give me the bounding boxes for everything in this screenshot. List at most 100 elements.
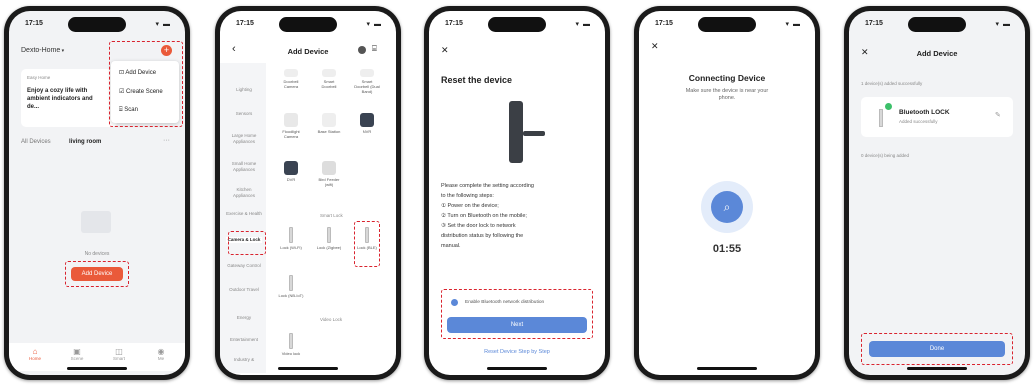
device-icon xyxy=(322,69,336,77)
category-large-appliances[interactable]: Large Home Appliances xyxy=(226,133,262,145)
status-time: 17:15 xyxy=(236,20,254,27)
notch xyxy=(279,17,337,32)
tab-all-devices[interactable]: All Devices xyxy=(21,139,51,145)
reset-steps-link[interactable]: Reset Device Step by Step xyxy=(429,349,605,355)
nav-label: Me xyxy=(157,356,165,361)
lock-icon xyxy=(327,227,331,243)
close-icon[interactable]: ✕ xyxy=(651,41,659,52)
screen-device-added: 17:15 ▾ ▬ ✕ Add Device 1 device(s) added… xyxy=(849,11,1025,375)
empty-text: No devices xyxy=(84,251,110,257)
instructions: Please complete the setting according to… xyxy=(441,181,593,251)
device-label: NVR xyxy=(362,129,372,134)
device-label: Doorbell Camera xyxy=(283,79,299,89)
device-lock-nbiot[interactable]: Lock (NB-IoT) xyxy=(278,275,304,298)
nav-me[interactable]: ◉ Me xyxy=(149,347,173,361)
highlight-add-button xyxy=(65,261,129,287)
screen-home: 17:15 ▾ ▬ Dexto-Home ▾ + Easy Home Enjoy… xyxy=(9,11,185,375)
device-icon xyxy=(322,113,336,127)
category-health[interactable]: Exercise & Health xyxy=(226,211,262,217)
instruction-line: ① Power on the device; xyxy=(441,203,499,209)
nav-home[interactable]: ⌂ Home xyxy=(23,347,47,361)
nav-scene[interactable]: ▣ Scene xyxy=(65,347,89,361)
added-device-card[interactable]: Bluetooth LOCK Added successfully ✎ xyxy=(861,97,1013,137)
device-label: Floodlight Camera xyxy=(282,129,300,139)
device-smart-doorbell[interactable]: Smart Doorbell xyxy=(316,69,342,89)
search-icon: ⌕ xyxy=(711,191,743,223)
me-icon: ◉ xyxy=(157,347,165,356)
signal-icon: ▾ ▬ xyxy=(155,21,171,28)
device-video-lock[interactable]: Video lock xyxy=(278,333,304,356)
device-icon xyxy=(284,113,298,127)
home-selector[interactable]: Dexto-Home ▾ xyxy=(21,47,64,54)
phone-connecting: 17:15 ▾ ▬ ✕ Connecting Device Make sure … xyxy=(634,6,820,380)
instruction-line: ② Turn on Bluetooth on the mobile; xyxy=(441,213,527,219)
notch xyxy=(488,17,546,32)
signal-icon: ▾ ▬ xyxy=(575,21,591,28)
category-energy[interactable]: Energy xyxy=(226,315,262,321)
highlight-category xyxy=(228,231,266,255)
device-lock-wifi[interactable]: Lock (Wi-Fi) xyxy=(278,227,304,250)
category-sidebar xyxy=(220,63,266,373)
device-floodlight-camera[interactable]: Floodlight Camera xyxy=(278,113,304,139)
highlight-menu xyxy=(109,41,183,127)
category-entertainment[interactable]: Entertainment xyxy=(226,337,262,343)
notch xyxy=(698,17,756,32)
screen-reset-device: 17:15 ▾ ▬ ✕ Reset the device Please comp… xyxy=(429,11,605,375)
category-outdoor[interactable]: Outdoor Travel xyxy=(226,287,262,293)
highlight-done xyxy=(861,333,1013,365)
category-small-appliances[interactable]: Small Home Appliances xyxy=(226,161,262,173)
device-nvr[interactable]: NVR xyxy=(354,113,380,134)
instruction-line: distribution status by following the xyxy=(441,233,524,239)
close-icon[interactable]: ✕ xyxy=(441,45,449,56)
device-name: Bluetooth LOCK xyxy=(899,109,950,116)
card-text: Enjoy a cozy life with ambient indicator… xyxy=(27,88,93,110)
device-label: Video lock xyxy=(281,351,301,356)
countdown-timer: 01:55 xyxy=(712,243,742,255)
status-time: 17:15 xyxy=(445,20,463,27)
section-smart-lock: Smart Lock xyxy=(320,213,343,218)
category-industry[interactable]: Industry & xyxy=(226,357,262,363)
page-subtitle: Make sure the device is near your phone. xyxy=(685,88,769,101)
device-label: Base Station xyxy=(317,129,341,134)
scan-icon[interactable]: ⌸ xyxy=(372,44,377,54)
signal-icon: ▾ ▬ xyxy=(995,21,1011,28)
device-icon xyxy=(284,69,298,77)
door-lock-handle xyxy=(523,131,545,136)
status-time: 17:15 xyxy=(655,20,673,27)
signal-icon: ▾ ▬ xyxy=(366,21,382,28)
screen-connecting: 17:15 ▾ ▬ ✕ Connecting Device Make sure … xyxy=(639,11,815,375)
notch xyxy=(908,17,966,32)
screen-add-device: 17:15 ▾ ▬ ‹ Add Device ⌸ Lighting Sensor… xyxy=(220,11,396,375)
more-icon[interactable]: ··· xyxy=(163,137,170,144)
lock-icon xyxy=(289,275,293,291)
device-dvr[interactable]: DVR xyxy=(278,161,304,182)
page-title: Add Device xyxy=(916,49,958,58)
pending-count-text: 0 device(s) being added xyxy=(861,153,910,158)
nav-label: Smart xyxy=(112,356,125,361)
home-indicator xyxy=(697,367,757,370)
device-smart-doorbell-dual[interactable]: Smart Doorbell (Dual Band) xyxy=(354,69,380,94)
home-indicator xyxy=(278,367,338,370)
category-kitchen[interactable]: Kitchen Appliances xyxy=(226,187,262,199)
home-name: Dexto-Home xyxy=(21,47,61,54)
page-title: Reset the device xyxy=(441,75,513,85)
device-lock-zigbee[interactable]: Lock (Zigbee) xyxy=(316,227,342,250)
device-doorbell-camera[interactable]: Doorbell Camera xyxy=(278,69,304,89)
pencil-icon[interactable]: ✎ xyxy=(995,111,1001,119)
tab-living-room[interactable]: living room xyxy=(69,139,101,145)
section-video-lock: Video Lock xyxy=(320,317,343,322)
home-card[interactable]: Easy Home Enjoy a cozy life with ambient… xyxy=(21,69,117,127)
device-status: Added successfully xyxy=(899,119,938,124)
settings-icon[interactable] xyxy=(358,46,366,54)
signal-icon: ▾ ▬ xyxy=(785,21,801,28)
device-label: Smart Doorbell xyxy=(321,79,337,89)
nav-smart[interactable]: ◫ Smart xyxy=(107,347,131,361)
category-sensors[interactable]: Sensors xyxy=(226,111,262,117)
phone-device-added: 17:15 ▾ ▬ ✕ Add Device 1 device(s) added… xyxy=(844,6,1030,380)
device-bird-feeder[interactable]: Bird Feeder (wifi) xyxy=(316,161,342,187)
status-time: 17:15 xyxy=(865,20,883,27)
instruction-line: Please complete the setting according xyxy=(441,183,534,189)
category-gateway[interactable]: Gateway Control xyxy=(226,263,262,269)
category-lighting[interactable]: Lighting xyxy=(226,87,262,93)
device-base-station[interactable]: Base Station xyxy=(316,113,342,134)
